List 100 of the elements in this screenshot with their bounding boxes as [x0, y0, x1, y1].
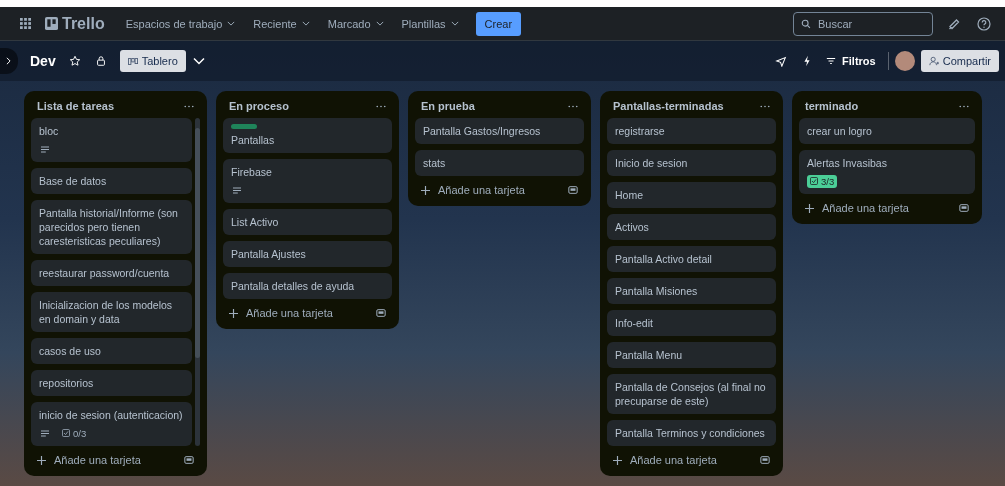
card-title: Pantallas [231, 133, 276, 147]
task-card[interactable]: Pantalla Terminos y condiciones [607, 420, 776, 446]
add-card-button[interactable]: Añade una tarjeta [37, 454, 141, 466]
plus-icon [613, 455, 622, 465]
more-options-icon[interactable] [376, 104, 386, 108]
task-card[interactable]: Base de datos [31, 168, 192, 194]
task-card[interactable]: Alertas Invasibas 3/3 [799, 150, 975, 194]
app-logo-text[interactable]: Trello [62, 14, 105, 33]
task-card[interactable]: Pantalla Misiones [607, 278, 776, 304]
add-card-button[interactable]: Añade una tarjeta [805, 202, 909, 214]
card-title: Inicio de sesion [615, 156, 689, 170]
card-template-icon[interactable] [760, 455, 770, 465]
task-card[interactable]: Inicializacion de los modelos en domain y data [31, 292, 192, 332]
card-title: Pantalla Ajustes [231, 247, 307, 261]
chevron-down-icon [450, 21, 459, 26]
task-card[interactable]: inicio de sesion (autenticacion) 0/3 [31, 402, 192, 446]
task-card[interactable]: Pantalla detalles de ayuda [223, 273, 392, 299]
card-title: crear un logro [807, 124, 873, 138]
chevron-down-icon [301, 21, 310, 26]
task-card[interactable]: Inicio de sesion [607, 150, 776, 176]
card-title: Base de datos [39, 174, 108, 188]
card-title: Alertas Invasibas [807, 156, 888, 170]
nav-menu-button[interactable]: Plantillas [394, 13, 466, 34]
list-title[interactable]: terminado [805, 100, 859, 112]
card-title: repositorios [39, 376, 95, 390]
task-card[interactable]: Info-edit [607, 310, 776, 336]
plus-icon [805, 203, 814, 213]
task-card[interactable]: Pantalla Activo detail [607, 246, 776, 272]
user-avatar[interactable] [894, 51, 915, 71]
task-card[interactable]: Activos [607, 214, 776, 240]
task-card[interactable]: Pantalla de Consejos (al final no precuparse de este) [607, 374, 776, 414]
list-title[interactable]: En prueba [421, 100, 475, 112]
task-card[interactable]: Pantalla Ajustes [223, 241, 392, 267]
card-template-icon[interactable] [184, 455, 194, 465]
card-template-icon[interactable] [568, 185, 578, 195]
card-title: Info-edit [615, 316, 654, 330]
card-template-icon[interactable] [376, 308, 386, 318]
card-title: List Activo [231, 215, 280, 229]
task-card[interactable]: Pantalla Gastos/Ingresos [415, 118, 584, 144]
nav-menu-button[interactable]: Espacios de trabajo [118, 13, 243, 34]
add-card-button[interactable]: Añade una tarjeta [421, 184, 525, 196]
create-button[interactable]: Crear [475, 11, 522, 36]
star-icon[interactable] [68, 55, 81, 67]
search-icon [801, 18, 811, 29]
task-card[interactable]: crear un logro [799, 118, 975, 144]
add-card-button[interactable]: Añade una tarjeta [229, 307, 333, 319]
checklist-badge: 3/3 [807, 174, 838, 188]
task-card[interactable]: Pantallas [223, 118, 392, 153]
help-icon[interactable] [977, 16, 991, 31]
task-card[interactable]: stats [415, 150, 584, 176]
add-person-icon [928, 56, 939, 66]
card-template-icon[interactable] [959, 203, 969, 213]
task-card[interactable]: List Activo [223, 209, 392, 235]
task-card[interactable]: Firebase [223, 159, 392, 203]
card-title: inicio de sesion (autenticacion) [39, 408, 184, 422]
nav-menu-button[interactable]: Reciente [246, 13, 317, 34]
task-card[interactable]: registrarse [607, 118, 776, 144]
task-card[interactable]: Pantalla Menu [607, 342, 776, 368]
card-title: Firebase [231, 165, 273, 179]
task-card[interactable]: reestaurar password/cuenta [31, 260, 192, 286]
card-title: Pantalla Terminos y condiciones [615, 426, 766, 440]
board-title[interactable]: Dev [30, 53, 56, 69]
task-card[interactable]: Pantalla historial/Informe (son parecidos pero tienen caresteristicas peculiares) [31, 200, 192, 254]
board-view-button[interactable]: Tablero [119, 50, 186, 72]
scrollbar[interactable] [195, 118, 200, 446]
list-title[interactable]: Lista de tareas [37, 100, 115, 112]
card-title: Pantalla historial/Informe (son parecidos pero tienen caresteristicas peculiares) [39, 206, 179, 248]
more-options-icon[interactable] [760, 104, 770, 108]
card-title: Pantalla detalles de ayuda [231, 279, 356, 293]
task-card[interactable]: casos de uso [31, 338, 192, 364]
list-title[interactable]: Pantallas-terminadas [613, 100, 724, 112]
plus-icon [229, 308, 238, 318]
checklist-count: 0/3 [59, 426, 90, 440]
filters-button[interactable]: Filtros [820, 51, 882, 71]
task-card[interactable]: Home [607, 182, 776, 208]
board-logo-icon [45, 17, 58, 30]
chevron-right-icon [6, 57, 11, 65]
card-title: Pantalla Misiones [615, 284, 699, 298]
more-options-icon[interactable] [184, 104, 194, 108]
chevron-down-icon[interactable] [192, 55, 205, 67]
more-options-icon[interactable] [568, 104, 578, 108]
card-title: stats [423, 156, 447, 170]
lock-icon[interactable] [94, 55, 107, 67]
task-card[interactable]: bloc [31, 118, 192, 162]
app-grid-icon[interactable] [20, 18, 31, 29]
search-field[interactable]: Buscar [793, 11, 933, 36]
card-title: casos de uso [39, 344, 102, 358]
task-card[interactable]: repositorios [31, 370, 192, 396]
card-title: Home [615, 188, 644, 202]
plus-icon [421, 185, 430, 195]
checkbox-icon [62, 429, 70, 437]
list-title[interactable]: En proceso [229, 100, 289, 112]
card-label[interactable] [231, 124, 257, 129]
card-title: reestaurar password/cuenta [39, 266, 171, 280]
board-view-icon [127, 57, 138, 65]
more-options-icon[interactable] [959, 104, 969, 108]
add-card-button[interactable]: Añade una tarjeta [613, 454, 717, 466]
nav-menu-button[interactable]: Marcado [320, 13, 391, 34]
share-button[interactable]: Compartir [920, 50, 999, 72]
card-title: Pantalla Activo detail [615, 252, 713, 266]
